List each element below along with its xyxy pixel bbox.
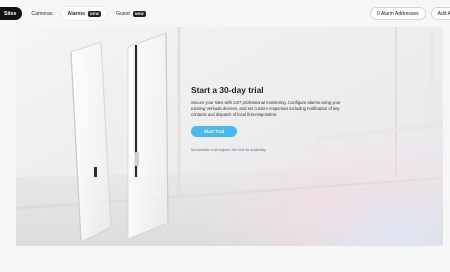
alarm-addresses-button[interactable]: 0 Alarm Addresses [369,7,426,20]
availability-note-suffix: for availability. [244,148,267,153]
tab-sites[interactable]: Sites [0,7,23,20]
nav-tabs: Sites Cameras Alarms NEW Guest NEW [0,7,155,20]
start-trial-button[interactable]: Start Trial [191,126,237,138]
new-badge: NEW [88,10,102,17]
top-bar: Sites Cameras Alarms NEW Guest NEW 0 Ala… [0,0,450,26]
alarms-trial-card: Start a 30-day trial Secure your sites w… [16,27,443,246]
door-lock-icon [94,167,97,177]
promo-title: Start a 30-day trial [191,85,264,95]
header-actions: 0 Alarm Addresses Add A [369,7,450,20]
tab-sites-label: Sites [4,10,17,17]
trial-promo: Start a 30-day trial Secure your sites w… [191,85,346,152]
promo-description: Secure your sites with 24/7 professional… [191,100,341,118]
tab-alarms[interactable]: Alarms NEW [61,7,108,20]
availability-note: Not available in all regions. See here f… [191,148,346,152]
tab-guest[interactable]: Guest NEW [110,7,152,20]
add-button[interactable]: Add A [430,7,450,20]
tab-cameras-label: Cameras [31,10,53,17]
new-badge: NEW [132,10,146,17]
availability-link[interactable]: here [238,148,245,152]
tab-cameras[interactable]: Cameras [25,7,58,20]
availability-note-prefix: Not available in all regions. See [191,148,239,153]
tab-alarms-label: Alarms [67,10,86,17]
tab-guest-label: Guest [116,10,130,17]
